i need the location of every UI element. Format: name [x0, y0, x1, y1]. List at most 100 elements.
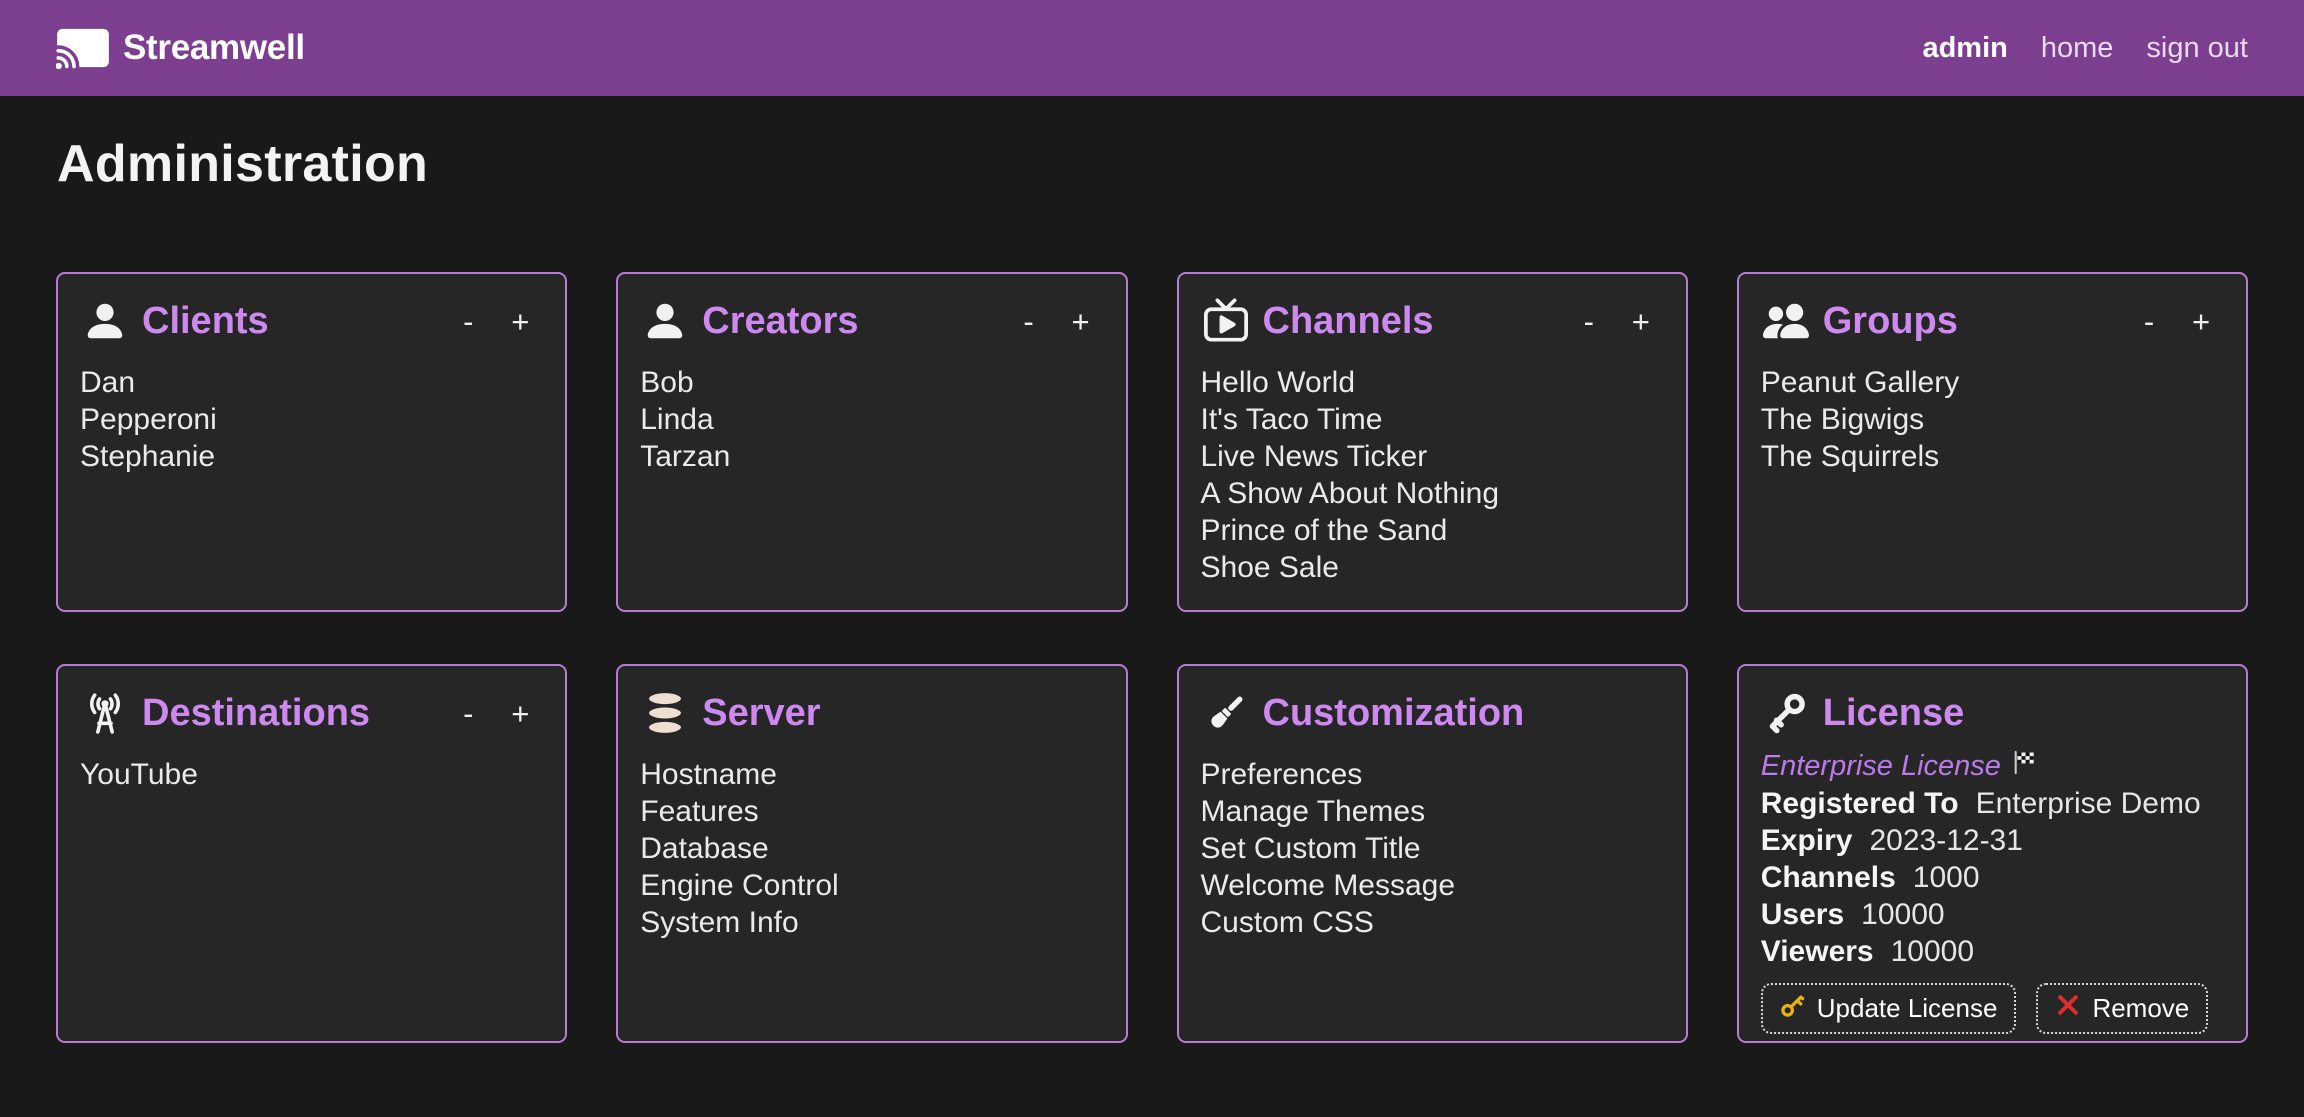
license-tier: Enterprise License — [1761, 750, 2220, 783]
plus-button[interactable]: + — [1622, 301, 1660, 341]
channels-item[interactable]: It's Taco Time — [1201, 401, 1660, 438]
card-header: Destinations-+ — [80, 690, 539, 736]
license-field-value: 10000 — [1861, 898, 1944, 931]
customization-item[interactable]: Preferences — [1201, 756, 1660, 793]
license-field-label: Users — [1761, 898, 1844, 931]
groups-item[interactable]: Peanut Gallery — [1761, 364, 2220, 401]
channels-item[interactable]: Hello World — [1201, 364, 1660, 401]
plus-button[interactable]: + — [501, 693, 539, 733]
clients-item[interactable]: Dan — [80, 364, 539, 401]
paintbrush-icon — [1203, 690, 1249, 736]
database-icon — [642, 690, 688, 736]
creators-item[interactable]: Bob — [640, 364, 1099, 401]
creators-item[interactable]: Linda — [640, 401, 1099, 438]
channels-item[interactable]: A Show About Nothing — [1201, 475, 1660, 512]
license-field-value: 1000 — [1913, 861, 1980, 894]
card-groups: Groups-+ Peanut GalleryThe BigwigsThe Squ… — [1737, 272, 2248, 612]
destinations-item[interactable]: YouTube — [80, 756, 539, 793]
license-field-label: Registered To — [1761, 787, 1959, 820]
license-field-row: Users 10000 — [1761, 896, 2220, 933]
channels-item[interactable]: Live News Ticker — [1201, 438, 1660, 475]
server-item[interactable]: Features — [640, 793, 1099, 830]
checkered-flag-icon — [2011, 750, 2036, 783]
button-label: Update License — [1817, 993, 1998, 1024]
card-item-list: Peanut GalleryThe BigwigsThe Squirrels — [1761, 364, 2220, 475]
customization-item[interactable]: Custom CSS — [1201, 904, 1660, 941]
card-customization: Customization PreferencesManage ThemesSet… — [1177, 664, 1688, 1043]
groups-item[interactable]: The Bigwigs — [1761, 401, 2220, 438]
card-controls: -+ — [1010, 301, 1100, 341]
card-header: Clients-+ — [80, 298, 539, 344]
brand: Streamwell — [56, 27, 305, 69]
card-destinations: Destinations-+ YouTube — [56, 664, 567, 1043]
page-title: Administration — [57, 134, 2304, 194]
card-item-list: DanPepperoniStephanie — [80, 364, 539, 475]
brand-name: Streamwell — [123, 28, 305, 68]
card-title: Channels — [1263, 300, 1570, 343]
card-title: Customization — [1263, 692, 1660, 735]
license-field-value: Enterprise Demo — [1976, 787, 2201, 820]
nav-home[interactable]: home — [2041, 32, 2114, 65]
minus-button[interactable]: - — [1570, 301, 1608, 341]
license-field-value: 10000 — [1891, 935, 1974, 968]
remove-button[interactable]: Remove — [2036, 983, 2208, 1034]
license-field-row: Expiry 2023-12-31 — [1761, 822, 2220, 859]
update-license-button[interactable]: Update License — [1761, 983, 2017, 1034]
card-title: Groups — [1823, 300, 2130, 343]
nav-sign-out[interactable]: sign out — [2146, 32, 2248, 65]
groups-item[interactable]: The Squirrels — [1761, 438, 2220, 475]
gold-key-icon — [1780, 992, 1806, 1025]
server-item[interactable]: Database — [640, 830, 1099, 867]
clients-item[interactable]: Pepperoni — [80, 401, 539, 438]
customization-item[interactable]: Manage Themes — [1201, 793, 1660, 830]
card-controls: -+ — [2130, 301, 2220, 341]
license-field-row: Registered To Enterprise Demo — [1761, 785, 2220, 822]
minus-button[interactable]: - — [1010, 301, 1048, 341]
license-field-value: 2023-12-31 — [1869, 824, 2022, 857]
card-title: License — [1823, 692, 2220, 735]
license-field-row: Channels 1000 — [1761, 859, 2220, 896]
license-fields: Registered To Enterprise Demo Expiry 2023-1… — [1761, 785, 2220, 970]
customization-item[interactable]: Set Custom Title — [1201, 830, 1660, 867]
broadcast-tower-icon — [82, 690, 128, 736]
card-title: Clients — [142, 300, 449, 343]
card-item-list: PreferencesManage ThemesSet Custom Title… — [1201, 756, 1660, 941]
license-tier-label: Enterprise License — [1761, 750, 2001, 783]
plus-button[interactable]: + — [2182, 301, 2220, 341]
server-item[interactable]: System Info — [640, 904, 1099, 941]
card-title: Creators — [702, 300, 1009, 343]
card-grid: Clients-+DanPepperoniStephanieCreators-+… — [56, 272, 2248, 1043]
minus-button[interactable]: - — [449, 693, 487, 733]
cast-icon — [56, 27, 110, 69]
card-item-list: BobLindaTarzan — [640, 364, 1099, 475]
creators-item[interactable]: Tarzan — [640, 438, 1099, 475]
plus-button[interactable]: + — [501, 301, 539, 341]
minus-button[interactable]: - — [449, 301, 487, 341]
license-field-label: Channels — [1761, 861, 1896, 894]
card-header: License — [1761, 690, 2220, 736]
server-item[interactable]: Engine Control — [640, 867, 1099, 904]
card-header: Server — [640, 690, 1099, 736]
person-icon — [642, 298, 688, 344]
card-controls: -+ — [449, 301, 539, 341]
nav-admin[interactable]: admin — [1922, 32, 2007, 65]
license-field-label: Expiry — [1761, 824, 1853, 857]
channels-item[interactable]: Prince of the Sand — [1201, 512, 1660, 549]
minus-button[interactable]: - — [2130, 301, 2168, 341]
card-title: Destinations — [142, 692, 449, 735]
plus-button[interactable]: + — [1062, 301, 1100, 341]
card-clients: Clients-+ DanPepperoniStephanie — [56, 272, 567, 612]
clients-item[interactable]: Stephanie — [80, 438, 539, 475]
card-creators: Creators-+ BobLindaTarzan — [616, 272, 1127, 612]
card-header: Creators-+ — [640, 298, 1099, 344]
card-header: Groups-+ — [1761, 298, 2220, 344]
card-title: Server — [702, 692, 1099, 735]
license-field-row: Viewers10000 — [1761, 933, 2220, 970]
red-x-icon — [2055, 992, 2081, 1025]
channels-item[interactable]: Shoe Sale — [1201, 549, 1660, 586]
card-channels: Channels-+ Hello WorldIt's Taco TimeLive … — [1177, 272, 1688, 612]
card-item-list: HostnameFeaturesDatabaseEngine ControlSy… — [640, 756, 1099, 941]
customization-item[interactable]: Welcome Message — [1201, 867, 1660, 904]
card-controls: -+ — [449, 693, 539, 733]
server-item[interactable]: Hostname — [640, 756, 1099, 793]
